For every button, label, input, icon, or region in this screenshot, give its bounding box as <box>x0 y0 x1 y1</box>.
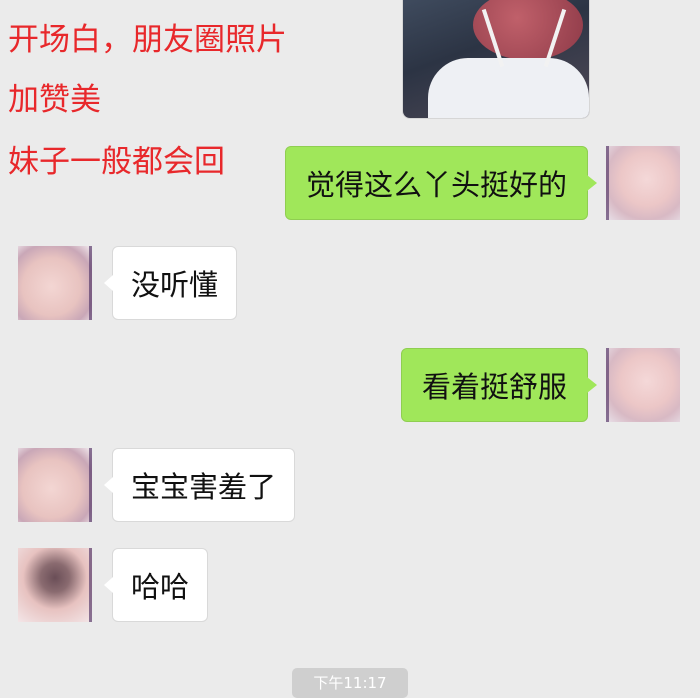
message-text: 看着挺舒服 <box>421 370 567 404</box>
avatar-image <box>89 548 92 622</box>
photo-content <box>428 58 589 118</box>
avatar-self[interactable] <box>606 146 680 220</box>
timestamp-badge: 下午11:17 <box>292 668 408 698</box>
message-bubble-outgoing[interactable]: 觉得这么丫头挺好的 <box>284 146 598 220</box>
message-text: 觉得这么丫头挺好的 <box>305 168 567 202</box>
overlay-caption-line: 开场白，朋友圈照片 <box>8 22 287 58</box>
avatar-self[interactable] <box>606 348 680 422</box>
message-text: 哈哈 <box>131 570 190 604</box>
avatar-image <box>606 348 609 422</box>
avatar-contact[interactable] <box>18 448 92 522</box>
message-bubble-incoming[interactable]: 没听懂 <box>103 246 238 320</box>
avatar-contact[interactable] <box>18 548 92 622</box>
avatar-image <box>89 448 92 522</box>
message-bubble-incoming[interactable]: 宝宝害羞了 <box>103 448 296 522</box>
shared-photo[interactable] <box>402 0 590 119</box>
avatar-contact[interactable] <box>18 246 92 320</box>
avatar-image <box>606 146 609 220</box>
message-text: 没听懂 <box>131 268 219 302</box>
message-bubble-incoming[interactable]: 哈哈 <box>103 548 209 622</box>
avatar-image <box>89 246 92 320</box>
message-bubble-outgoing[interactable]: 看着挺舒服 <box>400 348 598 422</box>
overlay-caption-line: 妹子一般都会回 <box>8 144 225 180</box>
message-text: 宝宝害羞了 <box>131 470 277 504</box>
overlay-caption-line: 加赞美 <box>8 82 101 118</box>
